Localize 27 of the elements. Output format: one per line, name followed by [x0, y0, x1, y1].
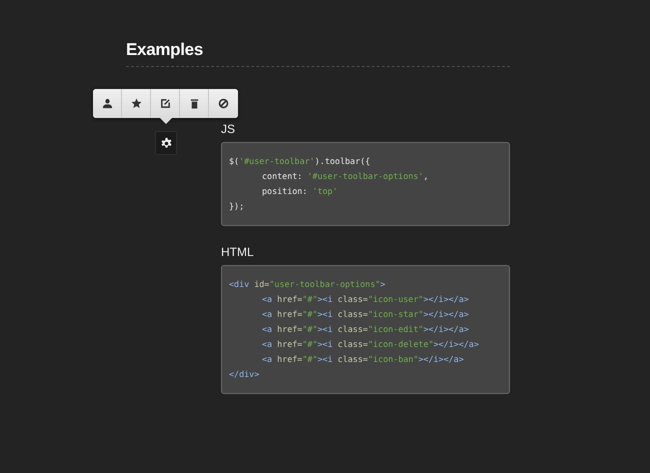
- edit-button[interactable]: [151, 89, 180, 118]
- user-icon: [102, 98, 112, 109]
- code-line: <a href="#"><i class="icon-ban"></i></a>: [261, 353, 465, 366]
- trash-button[interactable]: [180, 89, 209, 118]
- settings-icon: [160, 136, 172, 150]
- code-line: <a href="#"><i class="icon-delete"></i></a>: [261, 338, 480, 351]
- edit-icon: [160, 98, 170, 109]
- section-label: HTML: [221, 245, 255, 259]
- trash-icon: [188, 98, 200, 109]
- user-button[interactable]: [93, 89, 122, 118]
- code-line: });: [229, 200, 246, 213]
- code-line: <a href="#"><i class="icon-star"></i></a>: [261, 308, 470, 321]
- code-line: </div>: [229, 368, 260, 381]
- code-line: position: 'top': [261, 185, 339, 198]
- section-heading: Examples: [126, 40, 510, 67]
- code-line: content: '#user-toolbar-options',: [261, 170, 430, 183]
- star-button[interactable]: [122, 89, 151, 118]
- settings-button[interactable]: [155, 131, 177, 155]
- ban-icon: [218, 98, 229, 109]
- code-line: <a href="#"><i class="icon-edit"></i></a>: [261, 323, 470, 336]
- code-line: $('#user-toolbar').toolbar({: [229, 155, 372, 168]
- code-line: <a href="#"><i class="icon-user"></i></a>: [261, 293, 470, 306]
- ban-button[interactable]: [209, 89, 238, 118]
- toolbar-pointer-icon: [160, 118, 172, 124]
- code-line: <div id="user-toolbar-options">: [229, 278, 386, 291]
- section-label: JS: [221, 122, 236, 136]
- star-icon: [130, 98, 142, 109]
